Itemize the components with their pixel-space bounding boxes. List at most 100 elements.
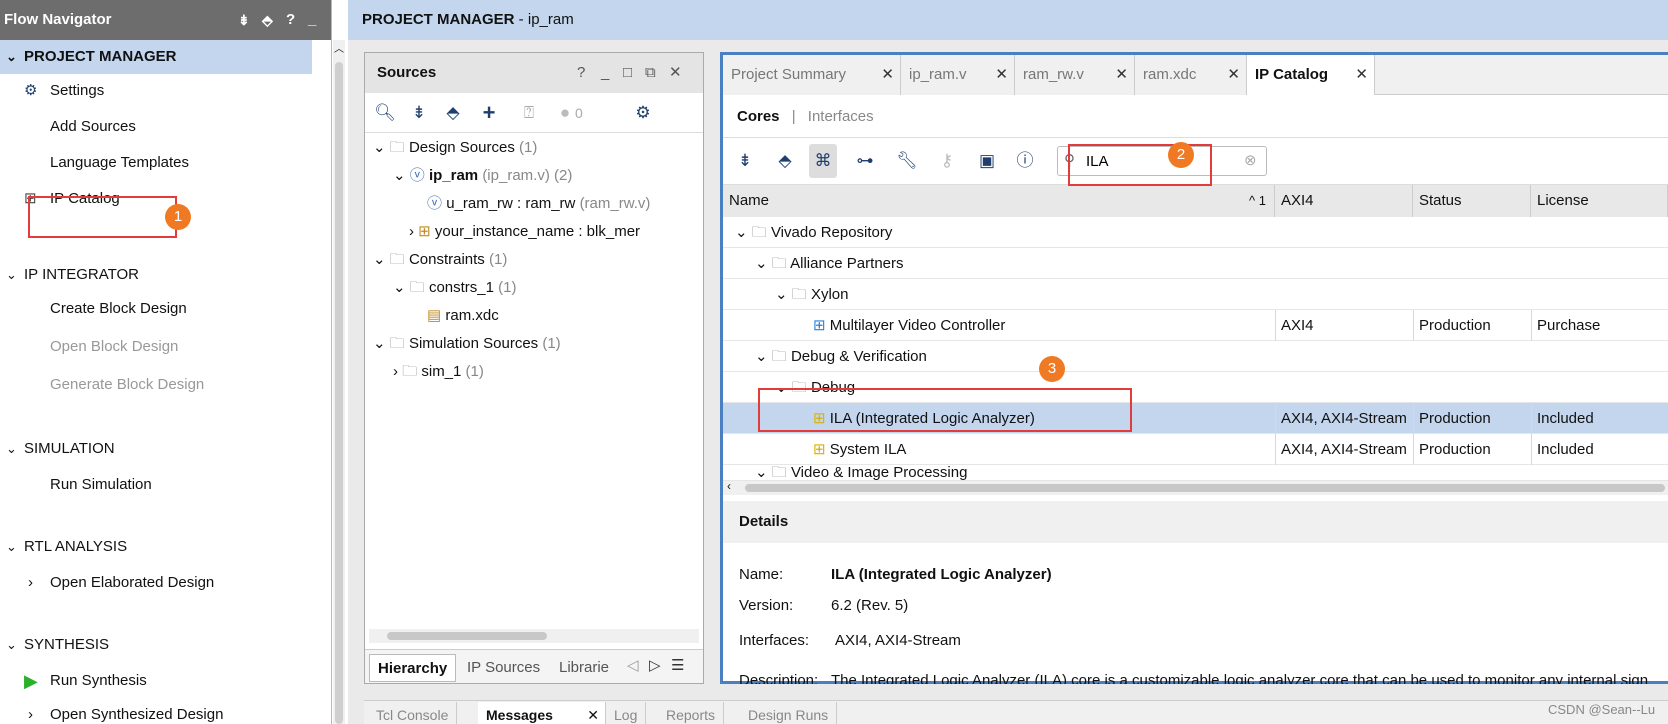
gear-icon[interactable]: ⚙ — [629, 96, 657, 130]
nav-item-open-synthesized-design[interactable]: Open Synthesized Design — [50, 700, 223, 724]
add-icon[interactable]: + — [475, 96, 503, 130]
table-row[interactable]: ⌄ 🗀 Xylon — [723, 279, 1668, 310]
tree-row-sim-1[interactable]: › 🗀 sim_1 (1) — [393, 357, 484, 387]
nav-item-generate-block-design[interactable]: Generate Block Design — [50, 370, 204, 400]
column-header-license[interactable]: License — [1531, 185, 1668, 217]
close-icon[interactable]: ✕ — [587, 702, 599, 724]
chevron-right-icon[interactable]: › — [28, 568, 33, 598]
nav-item-create-block-design[interactable]: Create Block Design — [50, 294, 187, 324]
gear-icon: ⚙ — [24, 82, 38, 99]
tree-row-your-instance[interactable]: › ⊞ your_instance_name : blk_mer — [409, 217, 640, 247]
column-header-axi4[interactable]: AXI4 — [1275, 185, 1413, 217]
nav-item-open-block-design[interactable]: Open Block Design — [50, 332, 178, 362]
close-icon[interactable]: ✕ — [1355, 55, 1368, 95]
tree-row-design-sources[interactable]: ⌄ 🗀 Design Sources (1) — [373, 133, 537, 163]
help-icon[interactable]: ? — [577, 53, 585, 93]
nav-section-simulation[interactable]: ⌄ SIMULATION — [0, 432, 312, 466]
tree-row-constraints[interactable]: ⌄ 🗀 Constraints (1) — [373, 245, 507, 275]
column-header-name[interactable]: Name ^ 1 — [723, 185, 1275, 217]
collapse-all-icon[interactable]: ⇟ — [238, 0, 250, 40]
nav-scrollbar-thumb[interactable] — [335, 62, 343, 724]
nav-item-open-elaborated-design[interactable]: Open Elaborated Design — [50, 568, 214, 598]
tree-row-u-ram-rw[interactable]: ⓥ u_ram_rw : ram_rw (ram_rw.v) — [427, 189, 650, 219]
table-row[interactable]: ⌄ 🗀 Video & Image Processing — [723, 465, 1668, 481]
folder-icon: 🗀 — [751, 224, 767, 241]
table-row[interactable]: ⌄ 🗀 Alliance Partners — [723, 248, 1668, 279]
nav-item-add-sources[interactable]: Add Sources — [50, 112, 136, 142]
annotation-box-3 — [758, 388, 1132, 432]
table-row[interactable]: ⌄ 🗀 Vivado Repository — [723, 217, 1668, 248]
sources-hscrollbar-thumb[interactable] — [387, 632, 547, 640]
column-header-status[interactable]: Status — [1413, 185, 1531, 217]
tab-ram-xdc[interactable]: ram.xdc ✕ — [1135, 55, 1247, 95]
minimize-icon[interactable]: _ — [308, 0, 316, 40]
tree-row-simulation-sources[interactable]: ⌄ 🗀 Simulation Sources (1) — [373, 329, 561, 359]
tree-row-ip-ram[interactable]: ⌄ ⓥ ip_ram (ip_ram.v) (2) — [393, 161, 572, 191]
table-row[interactable]: ⌄ 🗀 Debug & Verification — [723, 341, 1668, 372]
ip-core-icon: ⊞ — [813, 441, 826, 458]
nav-section-rtl-analysis[interactable]: ⌄ RTL ANALYSIS — [0, 530, 312, 564]
expand-all-icon[interactable]: ⬘ — [439, 96, 467, 130]
search-icon[interactable]: 🔍︎ — [371, 96, 399, 130]
chip-icon[interactable]: ▣ — [973, 144, 1001, 178]
tree-row-constrs-1[interactable]: ⌄ 🗀 constrs_1 (1) — [393, 273, 517, 303]
table-row[interactable]: ⊞ System ILA AXI4, AXI4-Stream Productio… — [723, 434, 1668, 465]
tab-ram-rw-v[interactable]: ram_rw.v ✕ — [1015, 55, 1135, 95]
properties-icon[interactable]: ⍰ — [515, 96, 543, 130]
clear-search-icon[interactable]: ⊗ — [1244, 151, 1257, 169]
sort-ascending-icon: ^ 1 — [1249, 193, 1266, 208]
filter-icon[interactable]: ⌘ — [809, 144, 837, 178]
chevron-left-icon[interactable]: ◁ — [627, 656, 639, 674]
chevron-left-icon[interactable]: ‹ — [727, 479, 731, 493]
chevron-right-icon[interactable]: ▷ — [649, 656, 661, 674]
tab-tcl-console[interactable]: Tcl Console — [368, 702, 458, 724]
subtab-interfaces[interactable]: Interfaces — [808, 108, 874, 125]
hierarchy-icon[interactable]: ⊶ — [851, 144, 879, 178]
tab-project-summary[interactable]: Project Summary ✕ — [723, 55, 901, 95]
nav-section-ip-integrator[interactable]: ⌄ IP INTEGRATOR — [0, 258, 312, 292]
tab-reports[interactable]: Reports — [658, 702, 725, 724]
sources-bottom-tabs: Hierarchy IP Sources Librarie ◁ ▷ ☰ — [365, 649, 703, 683]
collapse-all-icon[interactable]: ⇟ — [731, 144, 759, 178]
nav-item-language-templates[interactable]: Language Templates — [50, 148, 189, 178]
nav-item-run-simulation[interactable]: Run Simulation — [50, 470, 152, 500]
close-icon[interactable]: ✕ — [1115, 55, 1128, 95]
expand-all-icon[interactable]: ⬘ — [771, 144, 799, 178]
key-icon[interactable]: ⚷ — [933, 144, 961, 178]
info-icon[interactable]: ⓘ — [1011, 144, 1039, 178]
subtab-bar: Cores | Interfaces — [737, 108, 874, 125]
minimize-icon[interactable]: _ — [601, 53, 609, 93]
tab-ip-ram-v[interactable]: ip_ram.v ✕ — [901, 55, 1015, 95]
details-name-value: ILA (Integrated Logic Analyzer) — [831, 566, 1052, 583]
expand-icon[interactable]: ⬘ — [262, 0, 273, 40]
table-row[interactable]: ⊞ Multilayer Video Controller AXI4 Produ… — [723, 310, 1668, 341]
menu-icon[interactable]: ☰ — [671, 656, 684, 674]
tree-row-ram-xdc[interactable]: ▤ ram.xdc — [427, 301, 499, 331]
close-icon[interactable]: ✕ — [881, 55, 894, 95]
grid-hscrollbar-thumb[interactable] — [745, 484, 1665, 492]
close-icon[interactable]: ✕ — [995, 55, 1008, 95]
run-play-icon: ▶ — [24, 671, 38, 691]
tab-libraries[interactable]: Librarie — [551, 654, 617, 682]
nav-section-project-manager[interactable]: ⌄ PROJECT MANAGER — [0, 40, 312, 74]
tab-ip-catalog[interactable]: IP Catalog ✕ — [1247, 55, 1375, 95]
wrench-icon[interactable]: 🔧︎ — [893, 144, 921, 178]
subtab-cores[interactable]: Cores — [737, 108, 780, 125]
tab-log[interactable]: Log — [606, 702, 647, 724]
tab-messages[interactable]: Messages ✕ — [478, 702, 606, 724]
maximize-icon[interactable]: □ — [623, 53, 632, 93]
close-icon[interactable]: ✕ — [1227, 55, 1240, 95]
chevron-right-icon[interactable]: › — [28, 700, 33, 724]
nav-section-synthesis[interactable]: ⌄ SYNTHESIS — [0, 628, 312, 662]
float-icon[interactable]: ⧉ — [645, 53, 656, 93]
tab-ip-sources[interactable]: IP Sources — [459, 654, 548, 682]
nav-item-settings[interactable]: Settings — [50, 76, 104, 106]
collapse-all-icon[interactable]: ⇟ — [405, 96, 433, 130]
help-icon[interactable]: ? — [286, 0, 295, 40]
tab-design-runs[interactable]: Design Runs — [740, 702, 838, 724]
nav-item-run-synthesis[interactable]: Run Synthesis — [50, 666, 147, 696]
scroll-up-icon[interactable]: ︿ — [333, 40, 345, 55]
close-icon[interactable]: ✕ — [669, 53, 682, 93]
grid-hscrollbar[interactable]: ‹ — [723, 479, 1668, 495]
tab-hierarchy[interactable]: Hierarchy — [369, 654, 457, 682]
